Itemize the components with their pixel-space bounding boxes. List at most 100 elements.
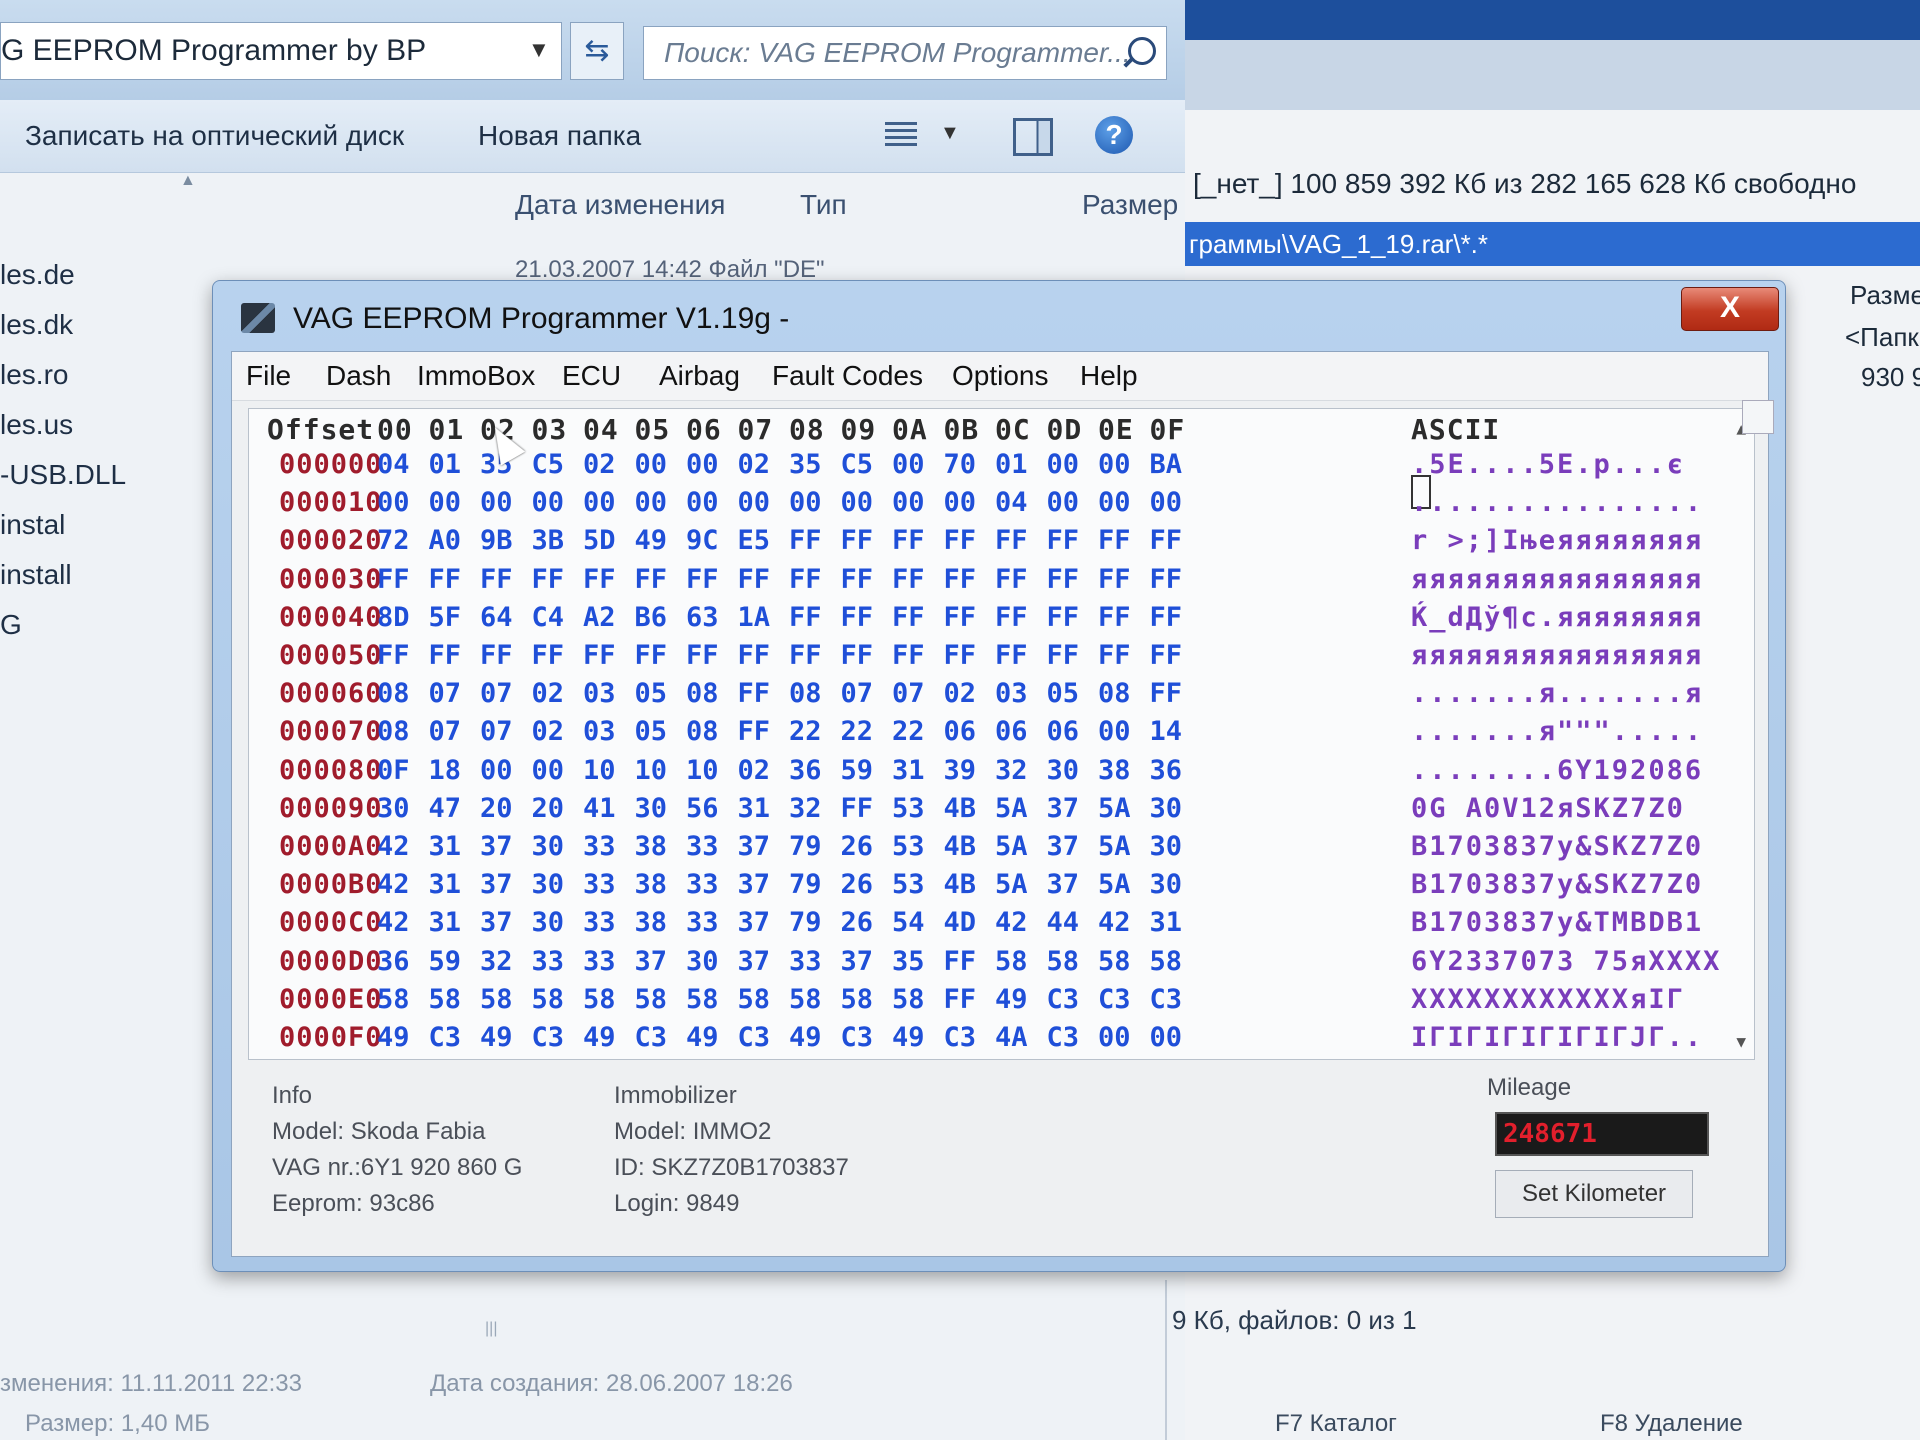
hex-byte[interactable]: 00 — [944, 487, 977, 518]
hex-byte[interactable]: FF — [583, 640, 616, 671]
hex-byte[interactable]: 00 — [1098, 449, 1131, 480]
hex-byte[interactable]: FF — [1047, 564, 1080, 595]
hex-ascii[interactable]: ........6Y192086 — [1411, 755, 1703, 786]
chevron-down-icon[interactable]: ▼ — [528, 22, 550, 78]
hex-byte[interactable]: 42 — [377, 831, 410, 862]
hex-byte[interactable]: 33 — [686, 907, 719, 938]
hex-row[interactable]: 000020 72 A0 9B 3B 5D 49 9C E5 FF FF FF FF FF FF FF FF r … — [249, 525, 1754, 563]
hex-byte[interactable]: FF — [789, 602, 822, 633]
hex-byte[interactable]: 07 — [892, 678, 925, 709]
menu-ecu[interactable]: ECU — [562, 352, 621, 400]
hex-byte[interactable]: 37 — [738, 869, 771, 900]
hex-byte[interactable]: 01 — [429, 449, 462, 480]
hex-byte[interactable]: FF — [686, 640, 719, 671]
hex-byte[interactable]: 9C — [686, 525, 719, 556]
list-item[interactable]: -USB.DLL — [0, 450, 200, 500]
hex-byte[interactable]: FF — [738, 716, 771, 747]
menu-file[interactable]: File — [246, 352, 291, 400]
hex-byte[interactable]: 36 — [377, 946, 410, 977]
hex-byte[interactable]: 00 — [583, 487, 616, 518]
hex-byte[interactable]: 42 — [995, 907, 1028, 938]
hex-byte[interactable]: 5A — [995, 793, 1028, 824]
hex-byte[interactable]: 37 — [480, 907, 513, 938]
list-item[interactable]: install — [0, 550, 200, 600]
hex-byte[interactable]: 9B — [480, 525, 513, 556]
hex-byte[interactable]: 00 — [480, 487, 513, 518]
hex-byte[interactable]: 3B — [532, 525, 565, 556]
hex-byte[interactable]: FF — [738, 564, 771, 595]
column-date-header[interactable]: Дата изменения — [515, 180, 725, 230]
hex-byte[interactable]: 33 — [583, 907, 616, 938]
hex-byte[interactable]: 00 — [738, 487, 771, 518]
hex-byte[interactable]: 36 — [789, 755, 822, 786]
hex-row[interactable]: 000050 FF FF FF FF FF FF FF FF FF FF FF FF FF FF FF FF яя… — [249, 640, 1754, 678]
hex-byte[interactable]: 01 — [995, 449, 1028, 480]
hex-byte[interactable]: FF — [532, 640, 565, 671]
hex-byte[interactable]: 37 — [480, 831, 513, 862]
hex-byte[interactable]: 58 — [532, 984, 565, 1015]
hex-byte[interactable]: 38 — [635, 831, 668, 862]
list-item[interactable]: G — [0, 600, 200, 650]
hex-byte[interactable]: 30 — [532, 831, 565, 862]
menu-fault-codes[interactable]: Fault Codes — [772, 352, 923, 400]
hex-byte[interactable]: 42 — [377, 869, 410, 900]
hex-byte[interactable]: 4D — [944, 907, 977, 938]
hex-byte[interactable]: 72 — [377, 525, 410, 556]
hex-byte[interactable]: 37 — [1047, 831, 1080, 862]
hex-byte[interactable]: FF — [377, 564, 410, 595]
hex-byte[interactable]: 00 — [1098, 1022, 1131, 1053]
hex-byte[interactable]: 02 — [583, 449, 616, 480]
hex-byte[interactable]: FF — [892, 564, 925, 595]
hex-byte[interactable]: FF — [841, 564, 874, 595]
hex-byte[interactable]: 02 — [738, 755, 771, 786]
hex-byte[interactable]: 30 — [1150, 793, 1183, 824]
hex-byte[interactable]: 58 — [789, 984, 822, 1015]
hex-byte[interactable]: 5D — [583, 525, 616, 556]
hex-ascii[interactable]: B1703837y&TMBDB1 — [1411, 907, 1703, 938]
hex-byte[interactable]: 49 — [635, 525, 668, 556]
hex-byte[interactable]: 10 — [686, 755, 719, 786]
hex-byte[interactable]: 33 — [532, 946, 565, 977]
hex-byte[interactable]: 02 — [532, 716, 565, 747]
hex-byte[interactable]: 59 — [841, 755, 874, 786]
list-item[interactable]: <Папк — [1845, 322, 1919, 353]
hex-byte[interactable]: 4B — [944, 793, 977, 824]
hex-byte[interactable]: 42 — [377, 907, 410, 938]
hex-byte[interactable]: 08 — [377, 716, 410, 747]
hex-byte[interactable]: 58 — [1098, 946, 1131, 977]
hex-byte[interactable]: 03 — [995, 678, 1028, 709]
hex-byte[interactable]: FF — [532, 564, 565, 595]
hex-byte[interactable]: 07 — [480, 678, 513, 709]
scrollbar-grip[interactable]: ||| — [485, 1320, 497, 1338]
hex-byte[interactable]: C4 — [532, 602, 565, 633]
hex-byte[interactable]: 35 — [789, 449, 822, 480]
hex-byte[interactable]: 33 — [686, 831, 719, 862]
hex-byte[interactable]: 00 — [377, 487, 410, 518]
hex-byte[interactable]: C3 — [841, 1022, 874, 1053]
menu-airbag[interactable]: Airbag — [659, 352, 740, 400]
hex-byte[interactable]: 00 — [686, 487, 719, 518]
f8-delete-button[interactable]: F8 Удаление — [1600, 1410, 1743, 1438]
hex-byte[interactable]: FF — [789, 640, 822, 671]
hex-byte[interactable]: 32 — [789, 793, 822, 824]
set-kilometer-button[interactable]: Set Kilometer — [1495, 1170, 1693, 1218]
hex-byte[interactable]: C3 — [429, 1022, 462, 1053]
menu-help[interactable]: Help — [1080, 352, 1138, 400]
hex-byte[interactable]: 08 — [686, 716, 719, 747]
hex-byte[interactable]: FF — [738, 678, 771, 709]
hex-byte[interactable]: 63 — [686, 602, 719, 633]
hex-byte[interactable]: FF — [1098, 640, 1131, 671]
menu-immobox[interactable]: ImmoBox — [417, 352, 535, 400]
hex-byte[interactable]: FF — [1098, 525, 1131, 556]
hex-byte[interactable]: FF — [892, 602, 925, 633]
hex-ascii[interactable]: ................ — [1411, 487, 1703, 518]
hex-byte[interactable]: 53 — [892, 869, 925, 900]
hex-byte[interactable]: 30 — [635, 793, 668, 824]
hex-row[interactable]: 000060 08 07 07 02 03 05 08 FF 08 07 07 02 03 05 08 FF..… — [249, 678, 1754, 716]
hex-byte[interactable]: 47 — [429, 793, 462, 824]
hex-byte[interactable]: 03 — [583, 716, 616, 747]
hex-byte[interactable]: 04 — [377, 449, 410, 480]
hex-byte[interactable]: FF — [892, 640, 925, 671]
hex-row[interactable]: 0000C0 42 31 37 30 33 38 33 37 79 26 54 4D 42 44 42 31 B1… — [249, 907, 1754, 945]
hex-byte[interactable]: 03 — [583, 678, 616, 709]
